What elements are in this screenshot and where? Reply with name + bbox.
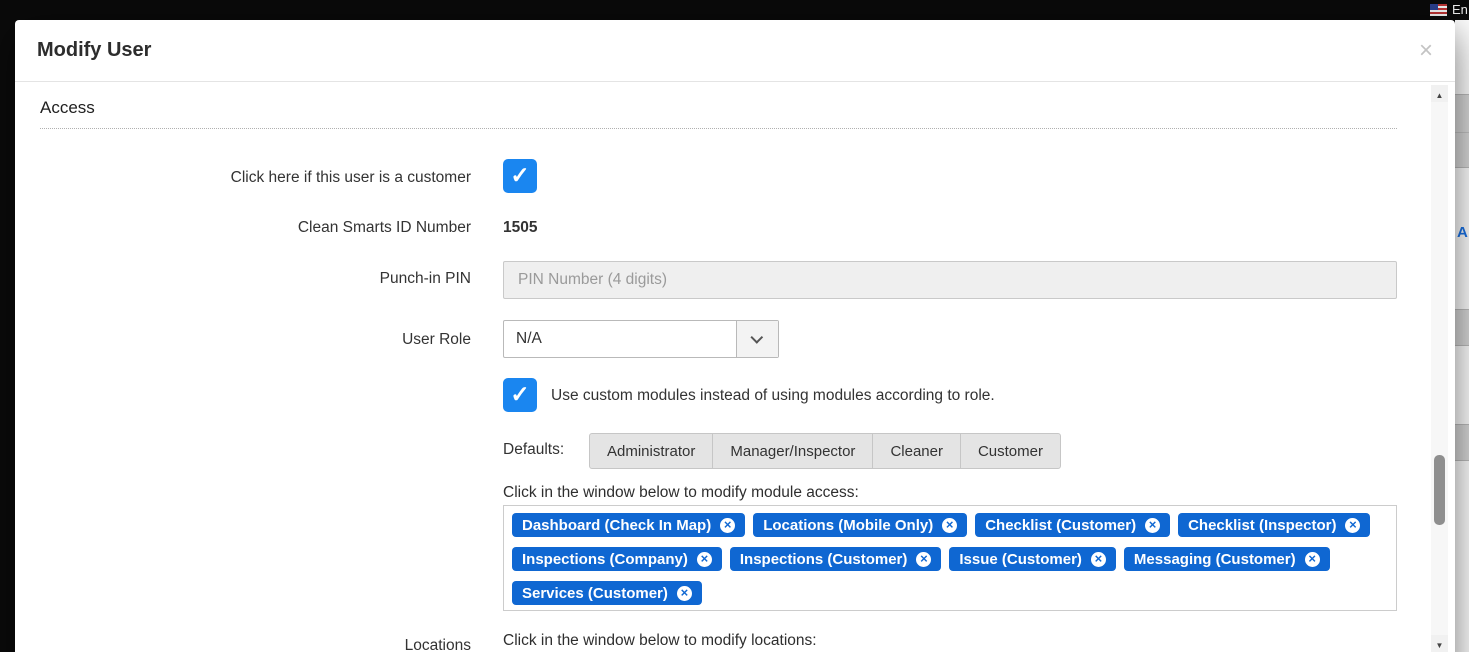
scrollbar-thumb[interactable] [1434, 455, 1445, 525]
defaults-button-group: Administrator Manager/Inspector Cleaner … [589, 433, 1061, 469]
background-row-fragment [1455, 309, 1469, 346]
punch-in-pin-label: Punch-in PIN [15, 269, 471, 289]
triangle-down-icon [1436, 635, 1444, 652]
customer-checkbox-label: Click here if this user is a customer [15, 168, 471, 188]
module-access-hint: Click in the window below to modify modu… [503, 483, 859, 503]
triangle-up-icon [1436, 85, 1444, 103]
defaults-label: Defaults: [503, 440, 564, 460]
modal-title: Modify User [37, 39, 151, 62]
scroll-down-button[interactable] [1431, 635, 1448, 652]
screen: En A Modify User × Access Click here if … [0, 0, 1469, 652]
module-tag-label: Messaging (Customer) [1134, 551, 1296, 568]
module-access-box[interactable]: Dashboard (Check In Map) Locations (Mobi… [503, 505, 1397, 611]
background-page-fragment: A [1455, 20, 1469, 652]
section-title-access: Access [40, 98, 95, 118]
scroll-up-button[interactable] [1431, 85, 1448, 102]
custom-modules-checkbox[interactable] [503, 378, 537, 412]
background-row-fragment [1455, 94, 1469, 168]
module-tag[interactable]: Inspections (Customer) [730, 547, 942, 571]
flag-union [1430, 4, 1438, 10]
module-tag-label: Checklist (Inspector) [1188, 517, 1336, 534]
modal-body: Access Click here if this user is a cust… [15, 82, 1455, 652]
checkmark-icon [510, 383, 529, 407]
select-dropdown-button[interactable] [736, 321, 778, 357]
module-tag[interactable]: Dashboard (Check In Map) [512, 513, 745, 537]
remove-module-icon[interactable] [1145, 518, 1160, 533]
module-tag[interactable]: Issue (Customer) [949, 547, 1116, 571]
remove-module-icon[interactable] [720, 518, 735, 533]
module-tag-label: Inspections (Customer) [740, 551, 908, 568]
module-tag-label: Inspections (Company) [522, 551, 688, 568]
module-tag-label: Services (Customer) [522, 585, 668, 602]
module-tag[interactable]: Checklist (Customer) [975, 513, 1170, 537]
chevron-down-icon [750, 331, 763, 344]
module-tag-label: Locations (Mobile Only) [763, 517, 933, 534]
background-link-fragment[interactable]: A [1457, 224, 1468, 241]
user-role-label: User Role [15, 330, 471, 350]
modify-user-modal: Modify User × Access Click here if this … [15, 20, 1455, 652]
us-flag-icon [1430, 4, 1447, 16]
pin-input[interactable] [503, 261, 1397, 299]
remove-module-icon[interactable] [1305, 552, 1320, 567]
module-tag-label: Checklist (Customer) [985, 517, 1136, 534]
language-selector[interactable]: En [1430, 2, 1468, 17]
default-role-button[interactable]: Customer [960, 433, 1061, 469]
close-button[interactable]: × [1419, 39, 1433, 63]
module-tag[interactable]: Messaging (Customer) [1124, 547, 1330, 571]
remove-module-icon[interactable] [1091, 552, 1106, 567]
locations-label: Locations [15, 636, 471, 652]
default-role-button[interactable]: Manager/Inspector [712, 433, 873, 469]
module-tag[interactable]: Services (Customer) [512, 581, 702, 605]
locations-hint: Click in the window below to modify loca… [503, 631, 817, 651]
modal-scrollbar[interactable] [1431, 85, 1448, 652]
clean-smarts-id-value: 1505 [503, 218, 537, 238]
module-tag-label: Dashboard (Check In Map) [522, 517, 711, 534]
checkmark-icon [510, 164, 529, 188]
customer-checkbox[interactable] [503, 159, 537, 193]
language-label: En [1452, 2, 1468, 17]
user-role-select[interactable]: N/A [503, 320, 779, 358]
module-tag-label: Issue (Customer) [959, 551, 1082, 568]
remove-module-icon[interactable] [677, 586, 692, 601]
module-tag[interactable]: Checklist (Inspector) [1178, 513, 1370, 537]
background-row-fragment [1455, 424, 1469, 461]
default-role-button[interactable]: Administrator [589, 433, 713, 469]
user-role-value: N/A [504, 321, 736, 357]
section-divider [40, 128, 1397, 129]
custom-modules-label: Use custom modules instead of using modu… [551, 386, 995, 406]
remove-module-icon[interactable] [916, 552, 931, 567]
remove-module-icon[interactable] [1345, 518, 1360, 533]
remove-module-icon[interactable] [942, 518, 957, 533]
default-role-button[interactable]: Cleaner [872, 433, 961, 469]
remove-module-icon[interactable] [697, 552, 712, 567]
module-tag[interactable]: Inspections (Company) [512, 547, 722, 571]
top-bar: En [0, 0, 1469, 20]
clean-smarts-id-label: Clean Smarts ID Number [15, 218, 471, 238]
modal-header: Modify User × [15, 20, 1455, 82]
module-tag[interactable]: Locations (Mobile Only) [753, 513, 967, 537]
